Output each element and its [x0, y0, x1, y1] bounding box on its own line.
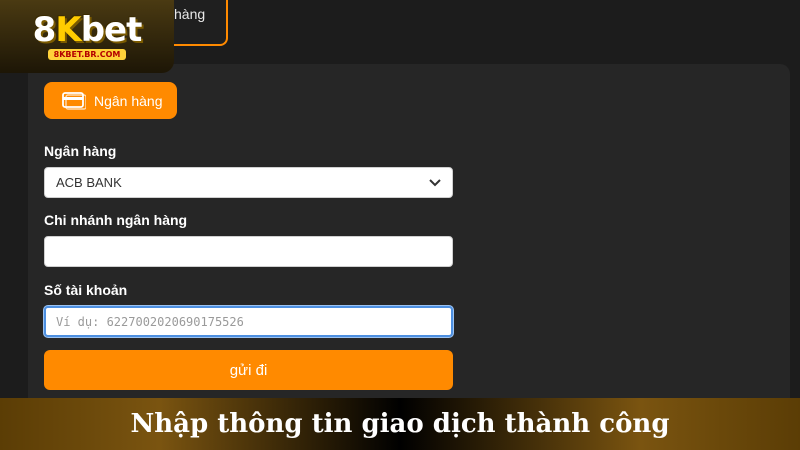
branch-input[interactable] — [45, 237, 452, 266]
account-field — [44, 306, 453, 337]
submit-label: gửi đi — [229, 361, 268, 379]
branch-field — [44, 236, 453, 267]
caption-banner: Nhập thông tin giao dịch thành công — [0, 398, 800, 450]
card-icon — [62, 91, 86, 110]
account-label: Số tài khoản — [44, 282, 128, 298]
logo-domain: 8KBET.BR.COM — [47, 49, 127, 60]
branch-label: Chi nhánh ngân hàng — [44, 212, 188, 228]
top-tab-label: hàng — [174, 6, 206, 22]
bank-selected-value: ACB BANK — [56, 175, 122, 190]
submit-button[interactable]: gửi đi — [44, 350, 453, 390]
bank-label: Ngân hàng — [44, 143, 117, 159]
payment-method-label: Ngân hàng — [94, 92, 163, 109]
brand-logo: 8Kbet 8KBET.BR.COM — [0, 0, 174, 73]
account-number-input[interactable] — [46, 308, 451, 335]
bank-select[interactable]: ACB BANK — [44, 167, 453, 198]
chevron-down-icon — [429, 179, 441, 187]
payment-method-bank-button[interactable]: Ngân hàng — [44, 82, 177, 119]
logo-wordmark: 8Kbet — [32, 10, 143, 50]
caption-text: Nhập thông tin giao dịch thành công — [130, 409, 670, 439]
